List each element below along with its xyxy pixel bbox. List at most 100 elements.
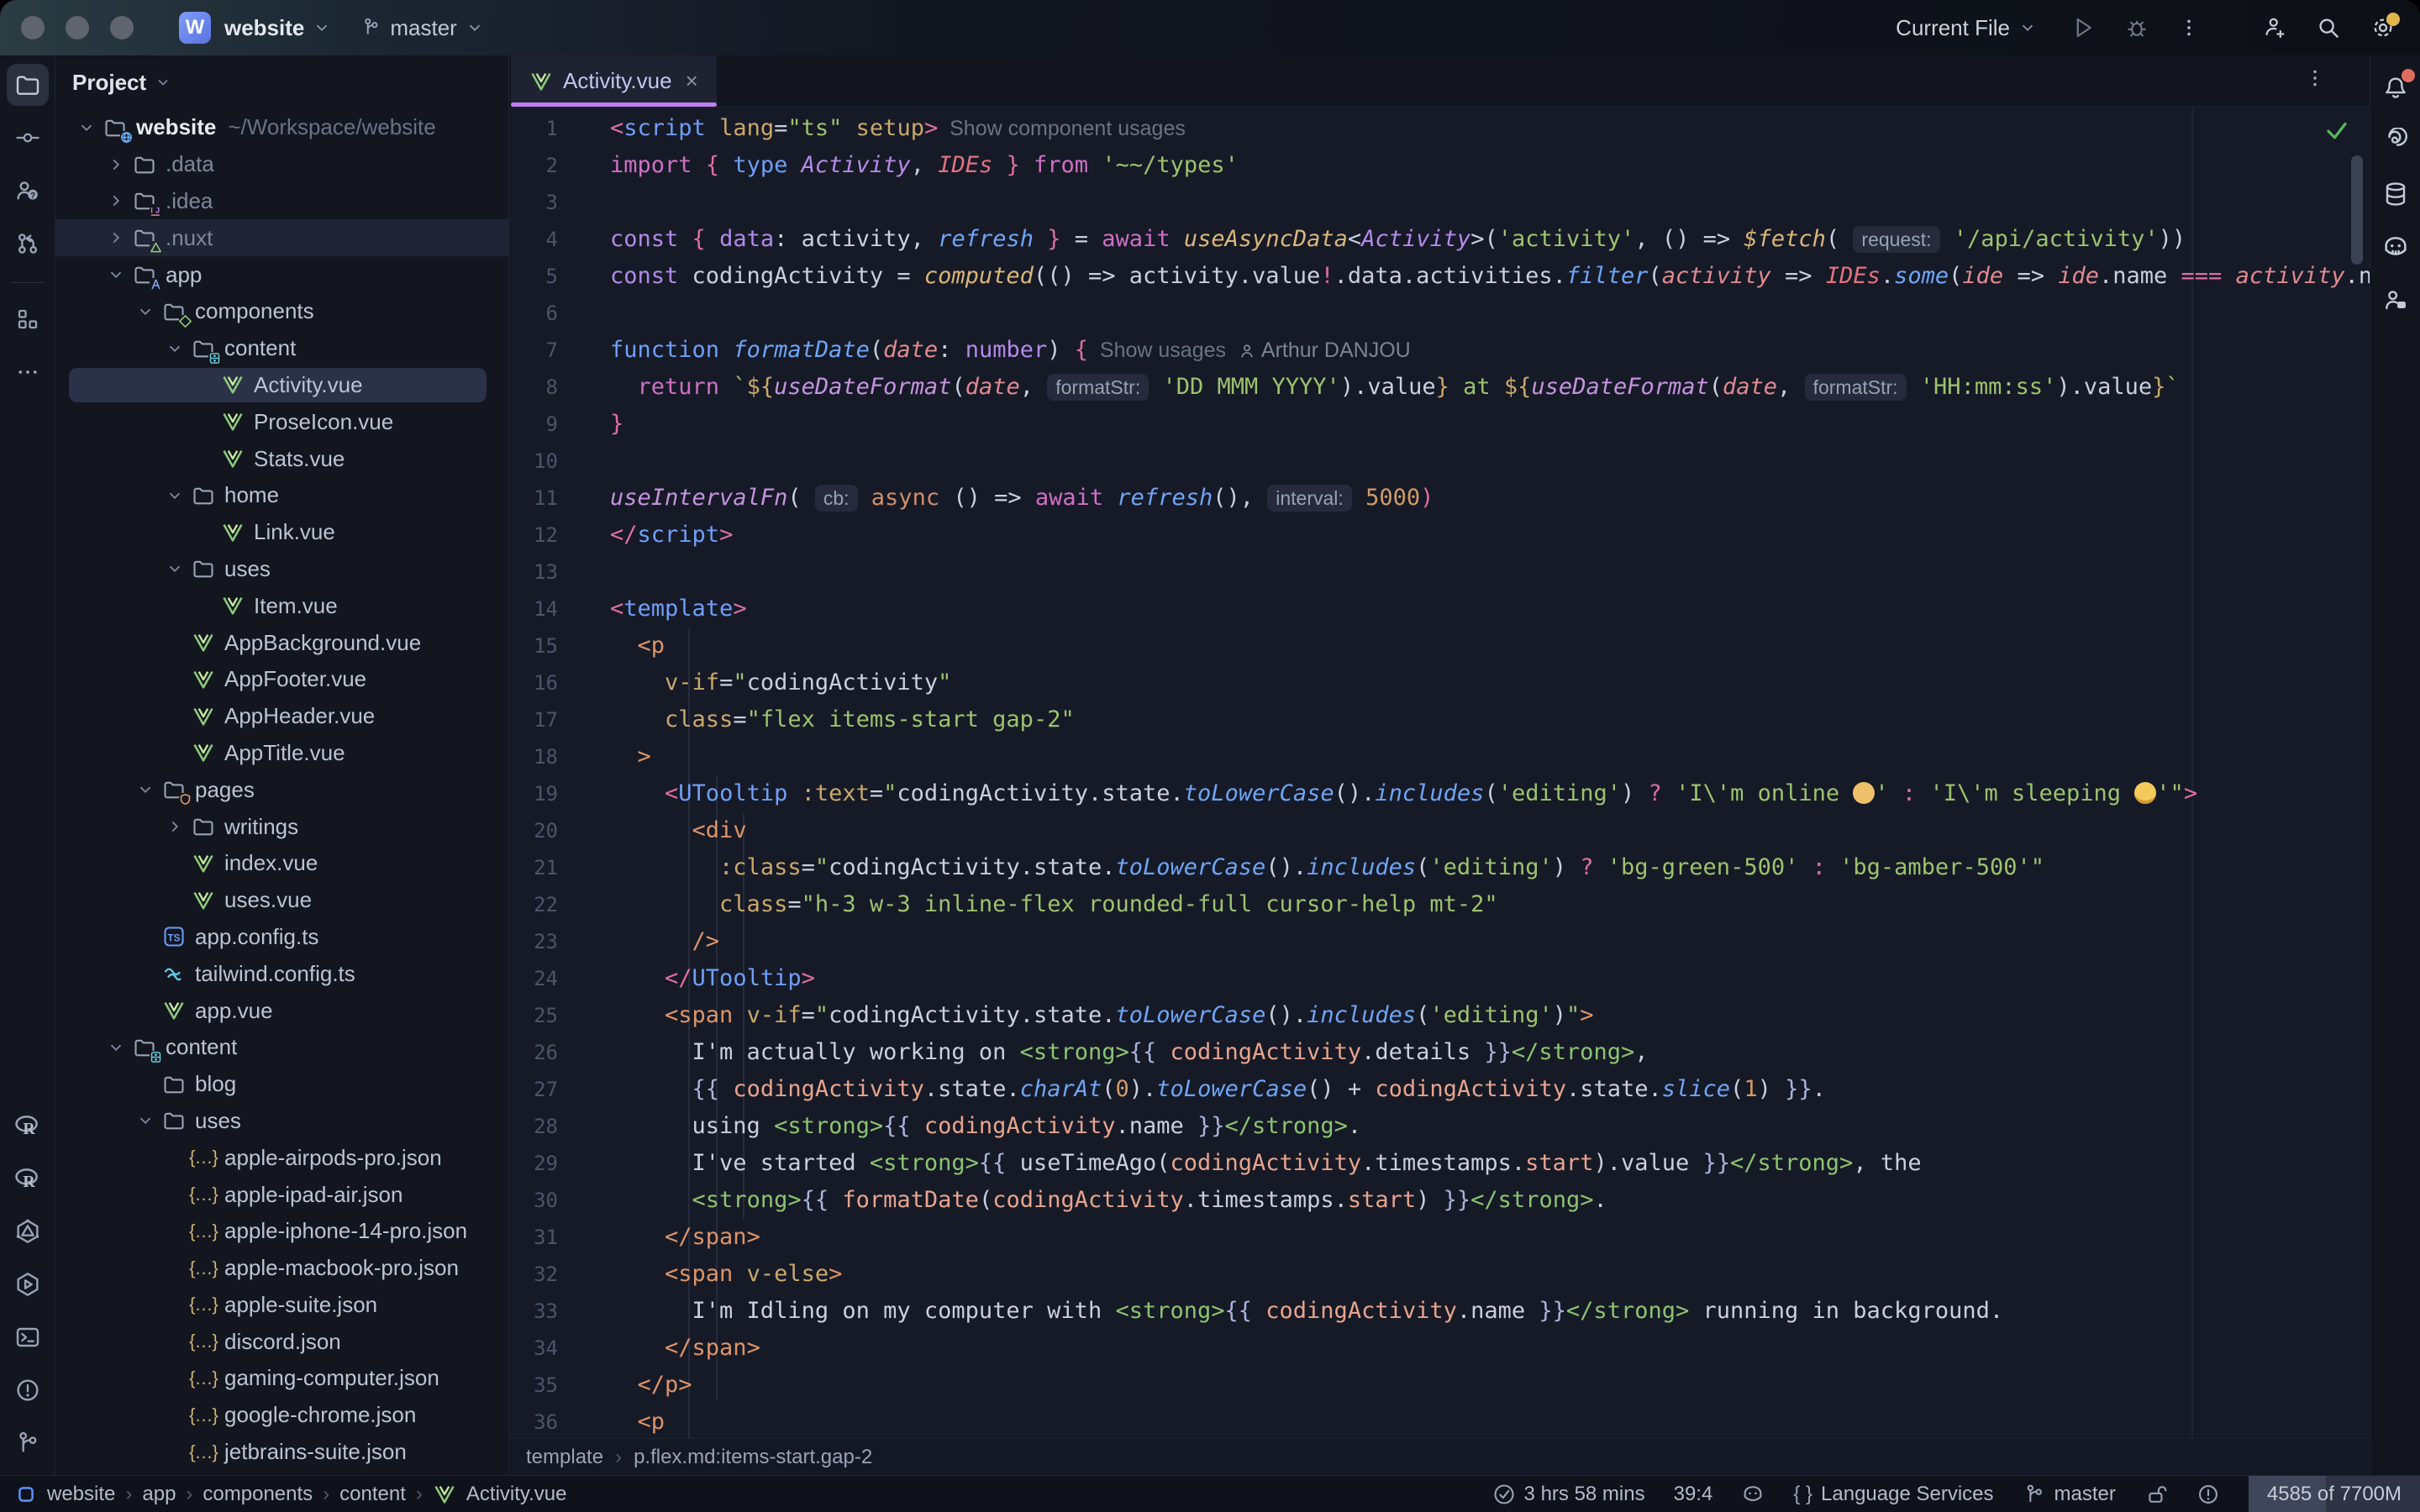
- chevron-down-icon[interactable]: [131, 1111, 160, 1130]
- line-number[interactable]: 4: [509, 221, 558, 258]
- line-number[interactable]: 5: [509, 258, 558, 295]
- window-controls[interactable]: [21, 16, 134, 39]
- line-number[interactable]: 32: [509, 1256, 558, 1293]
- tree-item-app[interactable]: app: [55, 256, 508, 293]
- tree-item--nuxt[interactable]: .nuxt: [55, 219, 508, 256]
- code-line-29[interactable]: 29 I've started <strong>{{ useTimeAgo(co…: [509, 1145, 2370, 1182]
- tree-item-gaming-computer-json[interactable]: {…}gaming-computer.json: [55, 1360, 508, 1397]
- line-number[interactable]: 27: [509, 1071, 558, 1108]
- line-number[interactable]: 25: [509, 997, 558, 1034]
- tree-item-apple-macbook-pro-json[interactable]: {…}apple-macbook-pro.json: [55, 1250, 508, 1287]
- code-line-24[interactable]: 24 </UTooltip>: [509, 960, 2370, 997]
- tree-item-content[interactable]: content: [55, 1029, 508, 1066]
- tree-item-uses-vue[interactable]: uses.vue: [55, 882, 508, 919]
- commit-icon[interactable]: [7, 117, 49, 159]
- line-number[interactable]: 11: [509, 480, 558, 517]
- minimize-window-icon[interactable]: [66, 16, 89, 39]
- r-console-2-icon[interactable]: R: [7, 1158, 49, 1200]
- line-number[interactable]: 15: [509, 627, 558, 664]
- database-icon[interactable]: [2375, 173, 2417, 215]
- status-widget-copilot-small[interactable]: [1741, 1483, 1765, 1506]
- line-number[interactable]: 23: [509, 923, 558, 960]
- code-line-34[interactable]: 34 </span>: [509, 1330, 2370, 1367]
- code-line-35[interactable]: 35 </p>: [509, 1367, 2370, 1404]
- notifications-icon[interactable]: [2375, 67, 2417, 109]
- tree-item--idea[interactable]: IJ.idea: [55, 183, 508, 220]
- line-number[interactable]: 12: [509, 517, 558, 554]
- chevron-down-icon[interactable]: [160, 339, 189, 358]
- tree-item-blog[interactable]: blog: [55, 1066, 508, 1103]
- chevron-down-icon[interactable]: [102, 265, 130, 284]
- code-line-17[interactable]: 17 class="flex items-start gap-2": [509, 701, 2370, 738]
- code-line-6[interactable]: 6: [509, 295, 2370, 332]
- status-path-item[interactable]: app: [142, 1483, 176, 1506]
- status-widget-39-4[interactable]: 39:4: [1674, 1483, 1713, 1506]
- line-number[interactable]: 24: [509, 960, 558, 997]
- code-review-icon[interactable]: [2375, 279, 2417, 321]
- line-number[interactable]: 17: [509, 701, 558, 738]
- services-icon[interactable]: [7, 1263, 49, 1305]
- status-path-item[interactable]: Activity.vue: [466, 1483, 567, 1506]
- status-widget-alert-circle[interactable]: [2196, 1483, 2220, 1506]
- code-line-16[interactable]: 16 v-if="codingActivity": [509, 664, 2370, 701]
- code-line-28[interactable]: 28 using <strong>{{ codingActivity.name …: [509, 1108, 2370, 1145]
- code-line-33[interactable]: 33 I'm Idling on my computer with <stron…: [509, 1293, 2370, 1330]
- debug-icon[interactable]: [2124, 15, 2149, 40]
- breadcrumb-item[interactable]: p.flex.md:items-start.gap-2: [634, 1446, 872, 1469]
- tree-item-activity-vue[interactable]: Activity.vue: [55, 367, 508, 404]
- structure-icon[interactable]: [7, 298, 49, 340]
- code-line-15[interactable]: 15 <p: [509, 627, 2370, 664]
- tree-item-apple-airpods-pro-json[interactable]: {…}apple-airpods-pro.json: [55, 1139, 508, 1176]
- tree-item-apple-suite-json[interactable]: {…}apple-suite.json: [55, 1287, 508, 1324]
- code-line-8[interactable]: 8 return `${useDateFormat(date, formatSt…: [509, 369, 2370, 406]
- chevron-down-icon[interactable]: [131, 780, 160, 799]
- line-number[interactable]: 26: [509, 1034, 558, 1071]
- chevron-right-icon[interactable]: [102, 155, 130, 174]
- add-user-icon[interactable]: [2262, 15, 2287, 40]
- tree-item-app-config-ts[interactable]: TSapp.config.ts: [55, 919, 508, 956]
- tree-item-content[interactable]: content: [55, 330, 508, 367]
- tree-item-home[interactable]: home: [55, 477, 508, 514]
- line-number[interactable]: 30: [509, 1182, 558, 1219]
- run-icon[interactable]: [2070, 15, 2096, 40]
- tree-item-appfooter-vue[interactable]: AppFooter.vue: [55, 661, 508, 698]
- code-line-23[interactable]: 23 />: [509, 923, 2370, 960]
- close-tab-icon[interactable]: ×: [686, 68, 698, 94]
- code-line-31[interactable]: 31 </span>: [509, 1219, 2370, 1256]
- code-line-7[interactable]: 7function formatDate(date: number) { Sho…: [509, 332, 2370, 369]
- line-number[interactable]: 36: [509, 1404, 558, 1438]
- status-path-item[interactable]: components: [203, 1483, 313, 1506]
- tree-item-jetbrains-suite-json[interactable]: {…}jetbrains-suite.json: [55, 1434, 508, 1471]
- project-switcher[interactable]: website: [224, 15, 331, 41]
- tree-item-appheader-vue[interactable]: AppHeader.vue: [55, 698, 508, 735]
- breadcrumb-item[interactable]: template: [526, 1446, 603, 1469]
- chevron-down-icon[interactable]: [72, 118, 101, 137]
- tree-item-tailwind-config-ts[interactable]: tailwind.config.ts: [55, 955, 508, 992]
- code-line-10[interactable]: 10: [509, 443, 2370, 480]
- line-number[interactable]: 13: [509, 554, 558, 591]
- code-line-12[interactable]: 12</script>: [509, 517, 2370, 554]
- status-widget-3-hrs-58-mins[interactable]: 3 hrs 58 mins: [1492, 1483, 1645, 1506]
- branch-switcher[interactable]: master: [360, 15, 483, 41]
- chevron-down-icon[interactable]: [131, 302, 160, 321]
- status-widget-language-services[interactable]: { }Language Services: [1793, 1483, 1993, 1506]
- code-line-26[interactable]: 26 I'm actually working on <strong>{{ co…: [509, 1034, 2370, 1071]
- tree-item-uses[interactable]: uses: [55, 551, 508, 588]
- code-line-14[interactable]: 14<template>: [509, 591, 2370, 627]
- code-line-9[interactable]: 9}: [509, 406, 2370, 443]
- status-widget-unlock[interactable]: [2144, 1483, 2168, 1506]
- code-line-27[interactable]: 27 {{ codingActivity.state.charAt(0).toL…: [509, 1071, 2370, 1108]
- version-control-icon[interactable]: [7, 1422, 49, 1464]
- editor-scrollbar-thumb[interactable]: [2351, 155, 2363, 265]
- chevron-down-icon[interactable]: [102, 1038, 130, 1057]
- ai-assistant-icon[interactable]: [2375, 120, 2417, 162]
- copilot-icon[interactable]: [2375, 226, 2417, 268]
- line-number[interactable]: 33: [509, 1293, 558, 1330]
- run-configuration-selector[interactable]: Current File: [1896, 15, 2037, 41]
- tree-item-components[interactable]: components: [55, 293, 508, 330]
- line-number[interactable]: 16: [509, 664, 558, 701]
- tree-item-pages[interactable]: pages: [55, 771, 508, 808]
- tree-item-uses[interactable]: uses: [55, 1103, 508, 1140]
- settings-gear-icon[interactable]: [2370, 14, 2396, 41]
- tree-item-item-vue[interactable]: Item.vue: [55, 587, 508, 624]
